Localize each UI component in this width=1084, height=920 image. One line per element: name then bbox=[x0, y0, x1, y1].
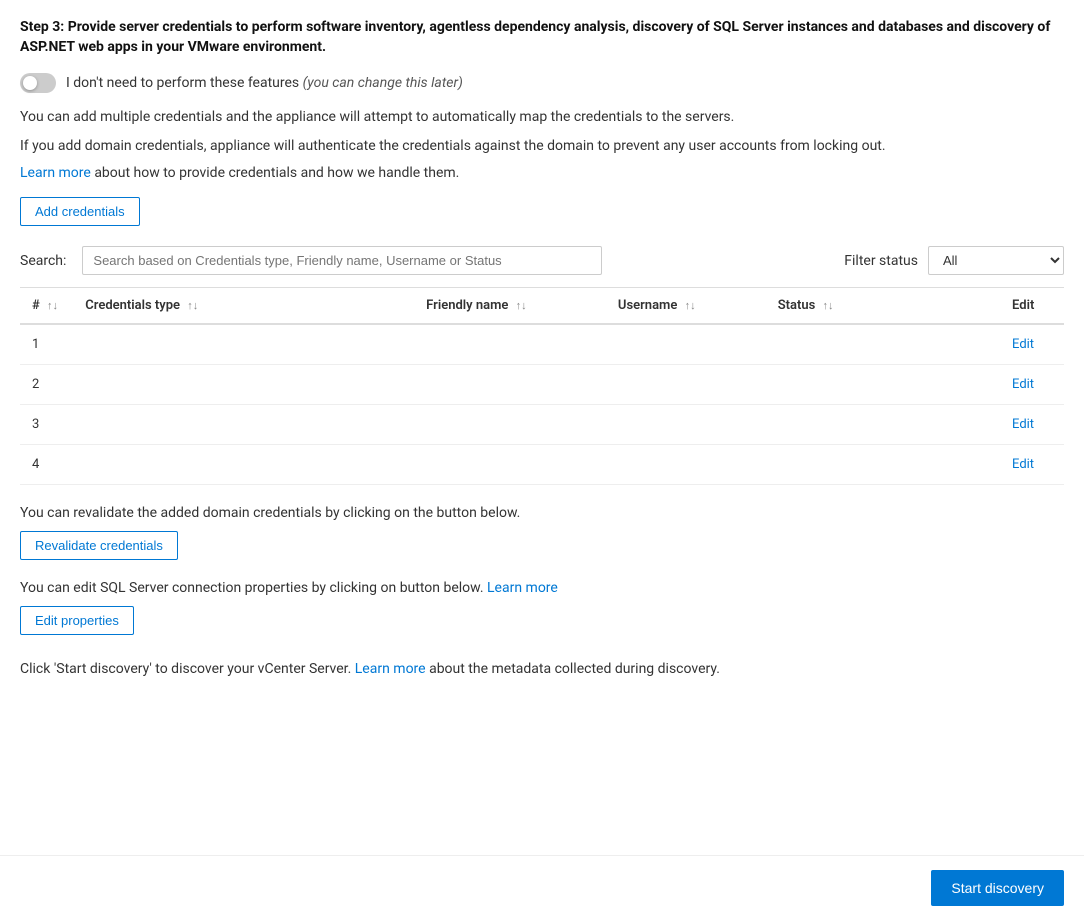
table-row: 4 Edit bbox=[20, 445, 1064, 485]
toggle-row: I don't need to perform these features (… bbox=[20, 73, 1064, 93]
filter-status-group: Filter status All Valid Invalid Not vali… bbox=[844, 246, 1064, 275]
cell-edit-3[interactable]: Edit bbox=[1000, 405, 1064, 445]
filter-status-label: Filter status bbox=[844, 253, 918, 269]
bottom-bar: Start discovery bbox=[0, 855, 1084, 920]
edit-props-section: You can edit SQL Server connection prope… bbox=[20, 580, 1064, 635]
feature-toggle[interactable] bbox=[20, 73, 56, 93]
cell-edit-2[interactable]: Edit bbox=[1000, 365, 1064, 405]
cell-type-3 bbox=[73, 405, 414, 445]
edit-properties-button[interactable]: Edit properties bbox=[20, 606, 134, 635]
table-header-row: # ↑↓ Credentials type ↑↓ Friendly name ↑… bbox=[20, 288, 1064, 325]
step-heading: Step 3: Provide server credentials to pe… bbox=[20, 18, 1064, 57]
search-filter-row: Search: Filter status All Valid Invalid … bbox=[20, 246, 1064, 275]
start-discovery-text-post: about the metadata collected during disc… bbox=[429, 661, 720, 677]
start-discovery-section: Click 'Start discovery' to discover your… bbox=[20, 659, 1064, 680]
cell-num-4: 4 bbox=[20, 445, 73, 485]
cell-username-1 bbox=[606, 324, 766, 365]
start-discovery-text-pre: Click 'Start discovery' to discover your… bbox=[20, 661, 351, 677]
sort-icon-username: ↑↓ bbox=[685, 299, 696, 312]
cell-type-2 bbox=[73, 365, 414, 405]
col-header-num: # ↑↓ bbox=[20, 288, 73, 325]
sort-icon-num: ↑↓ bbox=[47, 299, 58, 312]
col-header-edit: Edit bbox=[1000, 288, 1064, 325]
sort-icon-type: ↑↓ bbox=[187, 299, 198, 312]
cell-username-2 bbox=[606, 365, 766, 405]
learn-more-link-credentials[interactable]: Learn more bbox=[20, 165, 91, 181]
edit-props-text: You can edit SQL Server connection prope… bbox=[20, 580, 1064, 596]
search-input[interactable] bbox=[82, 246, 602, 275]
cell-status-2 bbox=[766, 365, 1000, 405]
cell-edit-1[interactable]: Edit bbox=[1000, 324, 1064, 365]
credentials-table: # ↑↓ Credentials type ↑↓ Friendly name ↑… bbox=[20, 287, 1064, 485]
sort-icon-status: ↑↓ bbox=[823, 299, 834, 312]
add-credentials-button[interactable]: Add credentials bbox=[20, 197, 140, 226]
col-header-status: Status ↑↓ bbox=[766, 288, 1000, 325]
edit-link-2[interactable]: Edit bbox=[1012, 377, 1034, 392]
cell-status-4 bbox=[766, 445, 1000, 485]
info-text-1: You can add multiple credentials and the… bbox=[20, 107, 1064, 128]
cell-friendly-1 bbox=[414, 324, 606, 365]
cell-username-3 bbox=[606, 405, 766, 445]
info-text-2: If you add domain credentials, appliance… bbox=[20, 136, 1064, 157]
start-discovery-learn-more-link[interactable]: Learn more bbox=[355, 661, 426, 677]
cell-type-1 bbox=[73, 324, 414, 365]
table-row: 1 Edit bbox=[20, 324, 1064, 365]
cell-type-4 bbox=[73, 445, 414, 485]
add-credentials-section: Add credentials bbox=[20, 197, 1064, 226]
col-header-type: Credentials type ↑↓ bbox=[73, 288, 414, 325]
cell-friendly-4 bbox=[414, 445, 606, 485]
cell-edit-4[interactable]: Edit bbox=[1000, 445, 1064, 485]
edit-props-text-pre: You can edit SQL Server connection prope… bbox=[20, 580, 484, 596]
start-discovery-text: Click 'Start discovery' to discover your… bbox=[20, 659, 1064, 680]
learn-more-text: about how to provide credentials and how… bbox=[94, 165, 459, 181]
start-discovery-button[interactable]: Start discovery bbox=[931, 870, 1064, 906]
col-header-friendly: Friendly name ↑↓ bbox=[414, 288, 606, 325]
learn-more-row: Learn more about how to provide credenti… bbox=[20, 165, 1064, 181]
table-row: 3 Edit bbox=[20, 405, 1064, 445]
revalidate-credentials-button[interactable]: Revalidate credentials bbox=[20, 531, 178, 560]
revalidate-section: You can revalidate the added domain cred… bbox=[20, 505, 1064, 560]
edit-link-3[interactable]: Edit bbox=[1012, 417, 1034, 432]
edit-props-learn-more-link[interactable]: Learn more bbox=[487, 580, 558, 596]
edit-link-4[interactable]: Edit bbox=[1012, 457, 1034, 472]
filter-status-select[interactable]: All Valid Invalid Not validated bbox=[928, 246, 1064, 275]
sort-icon-friendly: ↑↓ bbox=[516, 299, 527, 312]
cell-friendly-3 bbox=[414, 405, 606, 445]
edit-link-1[interactable]: Edit bbox=[1012, 337, 1034, 352]
cell-friendly-2 bbox=[414, 365, 606, 405]
table-row: 2 Edit bbox=[20, 365, 1064, 405]
table-body: 1 Edit 2 Edit 3 Edit 4 bbox=[20, 324, 1064, 485]
col-header-username: Username ↑↓ bbox=[606, 288, 766, 325]
cell-username-4 bbox=[606, 445, 766, 485]
toggle-label: I don't need to perform these features (… bbox=[66, 75, 463, 91]
cell-num-3: 3 bbox=[20, 405, 73, 445]
cell-num-2: 2 bbox=[20, 365, 73, 405]
cell-status-3 bbox=[766, 405, 1000, 445]
revalidate-text: You can revalidate the added domain cred… bbox=[20, 505, 1064, 521]
search-label: Search: bbox=[20, 253, 66, 269]
cell-status-1 bbox=[766, 324, 1000, 365]
cell-num-1: 1 bbox=[20, 324, 73, 365]
